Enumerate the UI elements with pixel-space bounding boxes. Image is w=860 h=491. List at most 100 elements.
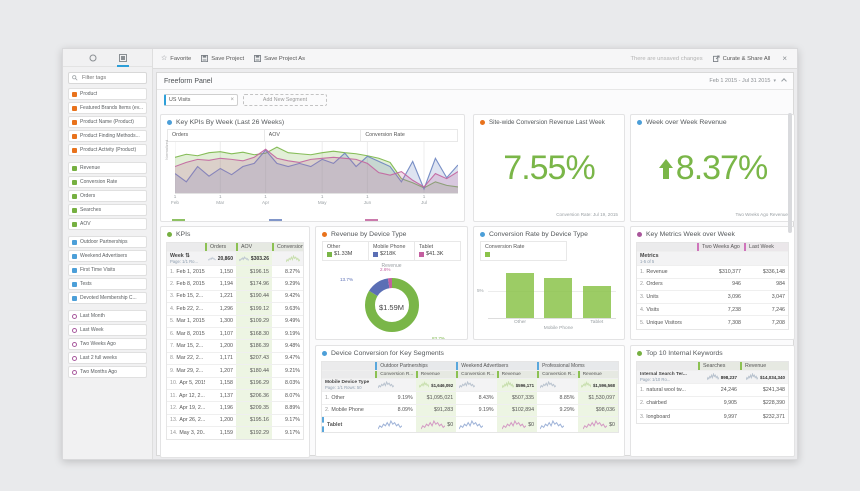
column-header[interactable]: Two Weeks Ago — [697, 243, 744, 251]
trend-row[interactable]: Tablet$0$0$0 — [322, 417, 618, 432]
column-header[interactable]: Orders — [205, 243, 236, 251]
row-label-cell: 5.Unique Visitors — [637, 316, 697, 329]
table-row[interactable]: 3.Feb 15, 2...1,221$190.449.42% — [167, 291, 303, 303]
sidebar-item-product[interactable]: Product — [68, 88, 147, 100]
curate-share-button[interactable]: Curate & Share All — [713, 55, 771, 62]
add-segment-dropzone[interactable]: Add New Segment — [243, 94, 327, 106]
sidebar-item-devoted-membership-c[interactable]: Devoted Membership C... — [68, 292, 147, 304]
legend-item[interactable]: AOV — [264, 130, 361, 141]
search-input[interactable] — [80, 74, 143, 82]
sidebar-item-last-week[interactable]: Last Week — [68, 324, 147, 336]
table-row[interactable]: 7.Mar 15, 2...1,200$186.399.48% — [167, 340, 303, 352]
segment-group-header[interactable]: Outdoor Partnerships — [375, 362, 456, 370]
column-header[interactable]: Conversion R... — [537, 371, 577, 378]
sidebar-item-product-name-product[interactable]: Product Name (Product) — [68, 116, 147, 128]
legend-item[interactable]: Conversion Rate — [360, 130, 457, 141]
sidebar-item-product-finding-methods[interactable]: Product Finding Methods... — [68, 130, 147, 142]
table-row[interactable]: 3.longboard9,997$232,371 — [637, 410, 788, 423]
table-row[interactable]: 6.Mar 8, 20151,107$168.309.19% — [167, 328, 303, 340]
column-header[interactable]: Conversion R... — [456, 371, 496, 378]
table-row[interactable]: 1.Revenue$310,377$336,148 — [637, 266, 788, 279]
column-header[interactable]: Revenue — [578, 371, 618, 378]
sidebar-item-revenue[interactable]: Revenue — [68, 162, 147, 174]
remove-segment-icon[interactable]: × — [230, 97, 234, 103]
pager-label[interactable]: Page: 1/1 Rows: 50 — [325, 385, 362, 390]
sidebar-item-product-activity-product[interactable]: Product Activity (Product) — [68, 144, 147, 156]
save-project-as-button[interactable]: Save Project As — [254, 55, 305, 62]
table-row[interactable]: 12.Apr 19, 2...1,196$209.358.89% — [167, 402, 303, 414]
close-icon[interactable]: × — [780, 54, 789, 63]
table-row[interactable]: 5.Unique Visitors7,3087,208 — [637, 316, 788, 329]
table-row[interactable]: 10.Apr 5, 20151,158$196.298.03% — [167, 378, 303, 390]
segment-group-header[interactable]: Professional Moms — [537, 362, 618, 370]
pager-label[interactable]: Page: 1/10 Ro... — [640, 377, 670, 382]
bar[interactable] — [544, 278, 572, 318]
sidebar-item-aov[interactable]: AOV — [68, 218, 147, 230]
table-row[interactable]: 1.Feb 1, 20151,150$196.158.27% — [167, 266, 303, 278]
table-row[interactable]: 8.Mar 22, 2...1,171$207.439.47% — [167, 353, 303, 365]
sidebar-item-label: Product Activity (Product) — [80, 147, 136, 153]
sidebar-item-two-months-ago[interactable]: Two Months Ago — [68, 366, 147, 378]
table-row[interactable]: 2.Feb 8, 20151,194$174.969.29% — [167, 278, 303, 290]
save-project-button[interactable]: Save Project — [201, 55, 244, 62]
column-header[interactable]: Revenue — [497, 371, 537, 378]
column-header[interactable]: Conversion... — [272, 243, 303, 251]
component-search[interactable] — [68, 72, 147, 84]
legend-item[interactable]: Tablet$41.3K — [414, 242, 460, 260]
table-row[interactable]: 2.Orders946984 — [637, 279, 788, 292]
component-sidebar: Product Featured Brands Items (ev... Produ… — [63, 49, 153, 459]
column-header[interactable]: Searches — [698, 362, 740, 370]
bar[interactable] — [506, 273, 534, 318]
legend-item[interactable]: Orders — [167, 130, 264, 141]
column-header[interactable]: Revenue — [416, 371, 456, 378]
vertical-scrollbar[interactable] — [788, 113, 792, 233]
table-row[interactable]: 14.May 3, 20...1,159$192.299.17% — [167, 427, 303, 439]
table-row[interactable]: 2.chairbed9,905$228,390 — [637, 397, 788, 410]
sidebar-item-searches[interactable]: Searches — [68, 204, 147, 216]
value-cell: 9.29% — [537, 405, 577, 417]
column-header[interactable]: Conversion R... — [375, 371, 415, 378]
legend-item[interactable]: Conversion Rate — [480, 242, 566, 260]
components-grid-icon[interactable] — [116, 51, 130, 65]
sidebar-item-orders[interactable]: Orders — [68, 190, 147, 202]
collapse-panel-icon[interactable] — [781, 78, 787, 84]
widget-dot-icon — [637, 232, 642, 237]
sidebar-item-last-month[interactable]: Last Month — [68, 310, 147, 322]
project-toolbar: ☆ Favorite Save Project Save Project As … — [153, 49, 797, 69]
column-header[interactable]: Last Week — [744, 243, 788, 251]
legend-item[interactable]: Other$1.33M — [322, 242, 368, 260]
pager-label[interactable]: 1-5 of 5 — [640, 259, 654, 264]
sidebar-item-weekend-advertisers[interactable]: Weekend Advertisers — [68, 250, 147, 262]
date-range-selector[interactable]: Feb 1 2015 - Jul 31 2015 ▾ — [709, 78, 776, 84]
table-row[interactable]: 2.Mobile Phone8.09%$91,2839.19%$102,8949… — [322, 405, 618, 418]
segment-chip-us-visits[interactable]: US Visits × — [164, 94, 238, 106]
sidebar-item-first-time-visits[interactable]: First Time Visits — [68, 264, 147, 276]
big-number-value: 7.55% — [474, 149, 624, 188]
column-header[interactable]: Revenue — [740, 362, 788, 370]
value-cell: 9.63% — [272, 303, 303, 314]
settings-icon[interactable] — [86, 51, 100, 65]
sidebar-item-outdoor-partnerships[interactable]: Outdoor Partnerships — [68, 236, 147, 248]
segment-group-header[interactable]: Weekend Advertisers — [456, 362, 537, 370]
table-row[interactable]: 11.Apr 12, 2...1,137$206.368.07% — [167, 390, 303, 402]
table-row[interactable]: 4.Visits7,2387,246 — [637, 304, 788, 317]
table-row[interactable]: 4.Feb 22, 2...1,296$199.129.63% — [167, 303, 303, 315]
favorite-button[interactable]: ☆ Favorite — [161, 55, 191, 62]
table-row[interactable]: 5.Mar 1, 20151,300$109.299.49% — [167, 316, 303, 328]
pager-label[interactable]: Page: 1/1 Ro... — [170, 259, 198, 264]
legend-item[interactable]: Mobile Phone$218K — [368, 242, 414, 260]
column-header[interactable]: AOV — [236, 243, 272, 251]
sidebar-item-last-2-full-weeks[interactable]: Last 2 full weeks — [68, 352, 147, 364]
sidebar-item-conversion-rate[interactable]: Conversion Rate — [68, 176, 147, 188]
sidebar-item-label: Conversion Rate — [80, 179, 117, 185]
sidebar-item-tests[interactable]: Tests — [68, 278, 147, 290]
bar[interactable] — [583, 286, 611, 318]
table-row[interactable]: 1.natural wool tw...24,246$241,348 — [637, 384, 788, 397]
sidebar-item-featured-brands-items-ev[interactable]: Featured Brands Items (ev... — [68, 102, 147, 114]
table-row[interactable]: 13.Apr 26, 2...1,200$195.169.17% — [167, 415, 303, 427]
table-row[interactable]: 3.Units3,0963,047 — [637, 291, 788, 304]
row-label-cell: 3.Units — [637, 291, 697, 303]
table-row[interactable]: 9.Mar 29, 2...1,207$180.449.21% — [167, 365, 303, 377]
sidebar-item-two-weeks-ago[interactable]: Two Weeks Ago — [68, 338, 147, 350]
table-row[interactable]: 1.Other9.19%$1,095,0218.43%$507,3358.85%… — [322, 392, 618, 405]
